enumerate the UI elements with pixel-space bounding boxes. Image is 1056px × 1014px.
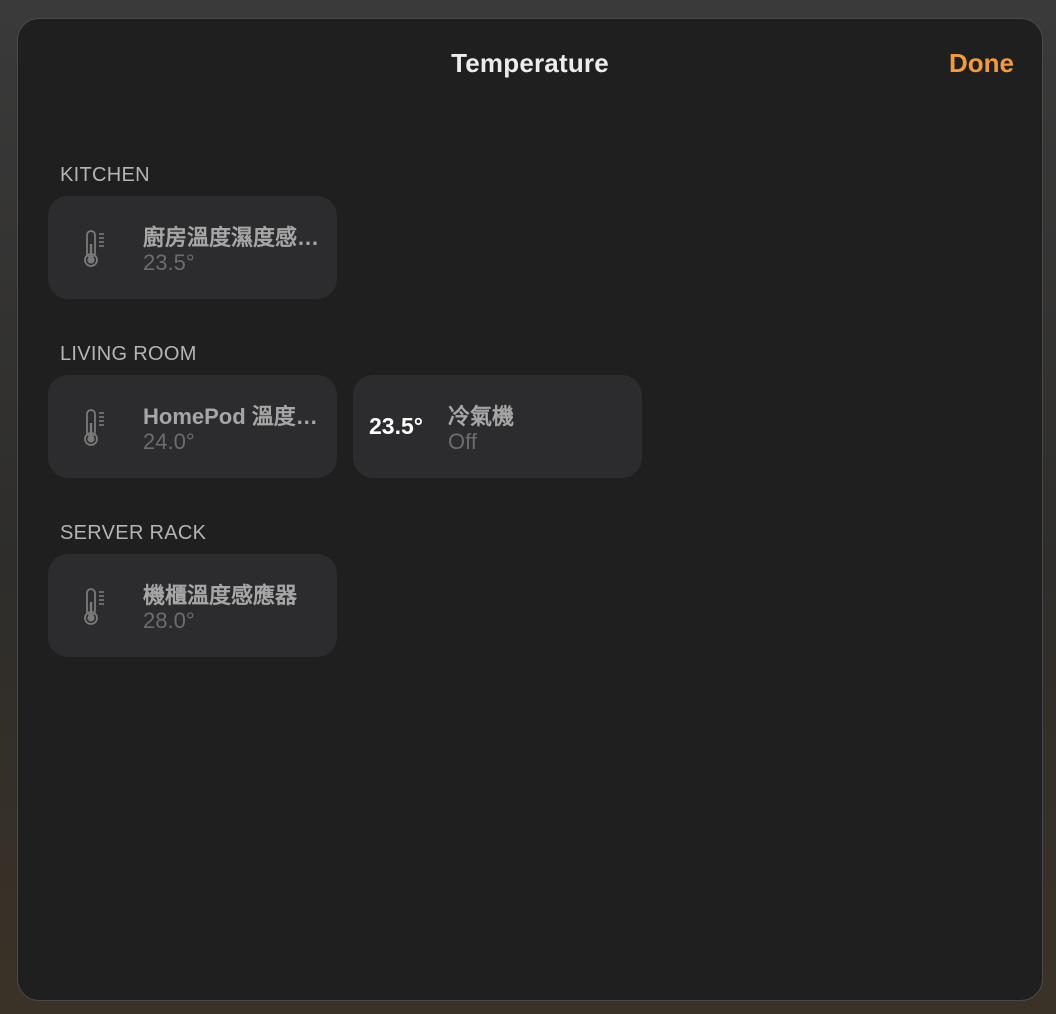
tile-value: 24.0°	[143, 429, 195, 454]
tile-name: 機櫃溫度感應器	[143, 583, 298, 608]
done-button[interactable]: Done	[949, 48, 1014, 79]
tile-name: HomePod 溫度感應器	[143, 404, 323, 429]
tile-kitchen-sensor[interactable]: 廚房溫度濕度感應器 23.5°	[48, 196, 337, 299]
thermometer-icon	[84, 588, 108, 626]
tile-homepod-sensor[interactable]: HomePod 溫度感應器 24.0°	[48, 375, 337, 478]
tile-value: 28.0°	[143, 608, 195, 633]
temperature-sheet: Temperature Done KITCHEN 廚房溫度濕度感應器 23.5°…	[17, 18, 1043, 1001]
sheet-title: Temperature	[451, 48, 609, 78]
tile-name: 冷氣機	[448, 404, 515, 429]
section-label-kitchen: KITCHEN	[60, 164, 150, 186]
section-label-server-rack: SERVER RACK	[60, 522, 207, 544]
tile-air-conditioner[interactable]: 23.5° 冷氣機 Off	[353, 375, 642, 478]
section-label-living-room: LIVING ROOM	[60, 343, 197, 365]
tile-value: 23.5°	[143, 250, 195, 275]
tile-rack-sensor[interactable]: 機櫃溫度感應器 28.0°	[48, 554, 337, 657]
current-temperature: 23.5°	[369, 413, 423, 439]
thermometer-icon	[84, 230, 108, 268]
tile-name: 廚房溫度濕度感應器	[143, 225, 323, 250]
thermometer-icon	[84, 409, 108, 447]
tile-status: Off	[448, 429, 477, 454]
